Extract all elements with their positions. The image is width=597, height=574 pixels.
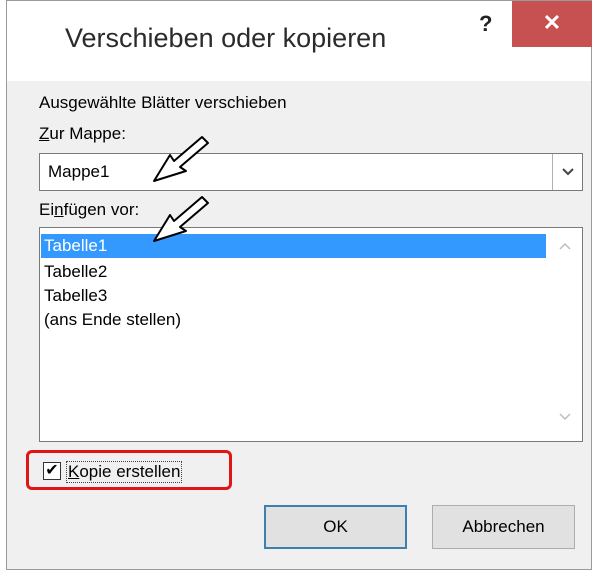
list-item-tabelle3[interactable]: Tabelle3 bbox=[41, 284, 107, 308]
help-button[interactable]: ? bbox=[479, 11, 492, 37]
title-bar: Verschieben oder kopieren ? ✕ bbox=[7, 1, 592, 81]
copy-option-highlight: ✔ Kopie erstellen bbox=[26, 450, 232, 490]
insert-before-label-pre: Ei bbox=[39, 200, 55, 219]
pointer-arrow-icon bbox=[153, 196, 209, 242]
pointer-arrow-icon bbox=[153, 136, 209, 182]
scroll-down-icon[interactable] bbox=[559, 413, 571, 421]
checkmark-icon: ✔ bbox=[45, 462, 59, 479]
insert-before-label-accesskey: n bbox=[54, 200, 64, 219]
list-item-tabelle2[interactable]: Tabelle2 bbox=[41, 260, 107, 284]
dialog-title: Verschieben oder kopieren bbox=[65, 23, 387, 53]
sheet-listbox[interactable]: Tabelle1 Tabelle2 Tabelle3 (ans Ende ste… bbox=[39, 227, 583, 442]
ok-button[interactable]: OK bbox=[264, 505, 407, 549]
insert-before-label: Einfügen vor: bbox=[39, 200, 139, 220]
close-icon: ✕ bbox=[542, 10, 562, 35]
list-item-tabelle1[interactable]: Tabelle1 bbox=[41, 234, 546, 258]
copy-checkbox[interactable]: ✔ bbox=[43, 462, 61, 480]
insert-before-label-text: fügen vor: bbox=[63, 200, 140, 219]
listbox-scrollbar[interactable] bbox=[548, 228, 582, 441]
copy-label-accesskey: K bbox=[68, 462, 80, 481]
section-label: Ausgewählte Blätter verschieben bbox=[39, 93, 287, 112]
close-button[interactable]: ✕ bbox=[512, 1, 592, 47]
copy-checkbox-label[interactable]: Kopie erstellen bbox=[66, 461, 183, 483]
scroll-up-icon[interactable] bbox=[559, 242, 571, 250]
workbook-label: Zur Mappe: bbox=[39, 124, 126, 144]
workbook-label-accesskey: Z bbox=[39, 124, 50, 143]
copy-label-text: opie erstellen bbox=[79, 462, 181, 481]
cancel-button[interactable]: Abbrechen bbox=[432, 505, 575, 549]
list-item-end[interactable]: (ans Ende stellen) bbox=[41, 308, 181, 332]
chevron-down-icon bbox=[561, 168, 574, 176]
workbook-dropdown-button[interactable] bbox=[552, 154, 582, 190]
workbook-combobox[interactable]: Mappe1 bbox=[39, 153, 583, 191]
move-copy-dialog: Verschieben oder kopieren ? ✕ Ausgewählt… bbox=[6, 0, 592, 570]
workbook-label-text: ur Mappe: bbox=[49, 124, 126, 143]
workbook-value: Mappe1 bbox=[48, 162, 110, 181]
